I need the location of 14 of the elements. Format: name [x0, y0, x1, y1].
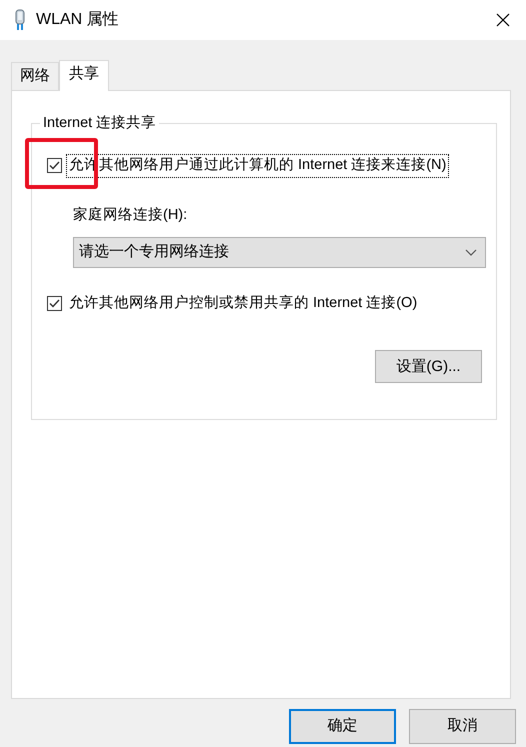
network-adapter-icon [14, 9, 26, 31]
chevron-down-icon [465, 248, 477, 256]
settings-button[interactable]: 设置(G)... [375, 350, 482, 384]
window-title: WLAN 属性 [36, 10, 119, 30]
checkbox[interactable] [47, 158, 62, 174]
close-icon [496, 13, 510, 27]
checkbox[interactable] [47, 296, 62, 311]
tab[interactable]: 网络 [11, 62, 59, 90]
tab[interactable]: 共享 [59, 60, 109, 91]
dialog-button[interactable]: 确定 [289, 709, 396, 744]
dropdown[interactable]: 请选一个专用网络连接 [73, 236, 486, 268]
field-label: 家庭网络连接(H): [73, 206, 188, 225]
dialog-button[interactable]: 取消 [409, 709, 516, 744]
checkbox-label[interactable]: 允许其他网络用户控制或禁用共享的 Internet 连接(O) [66, 292, 420, 316]
